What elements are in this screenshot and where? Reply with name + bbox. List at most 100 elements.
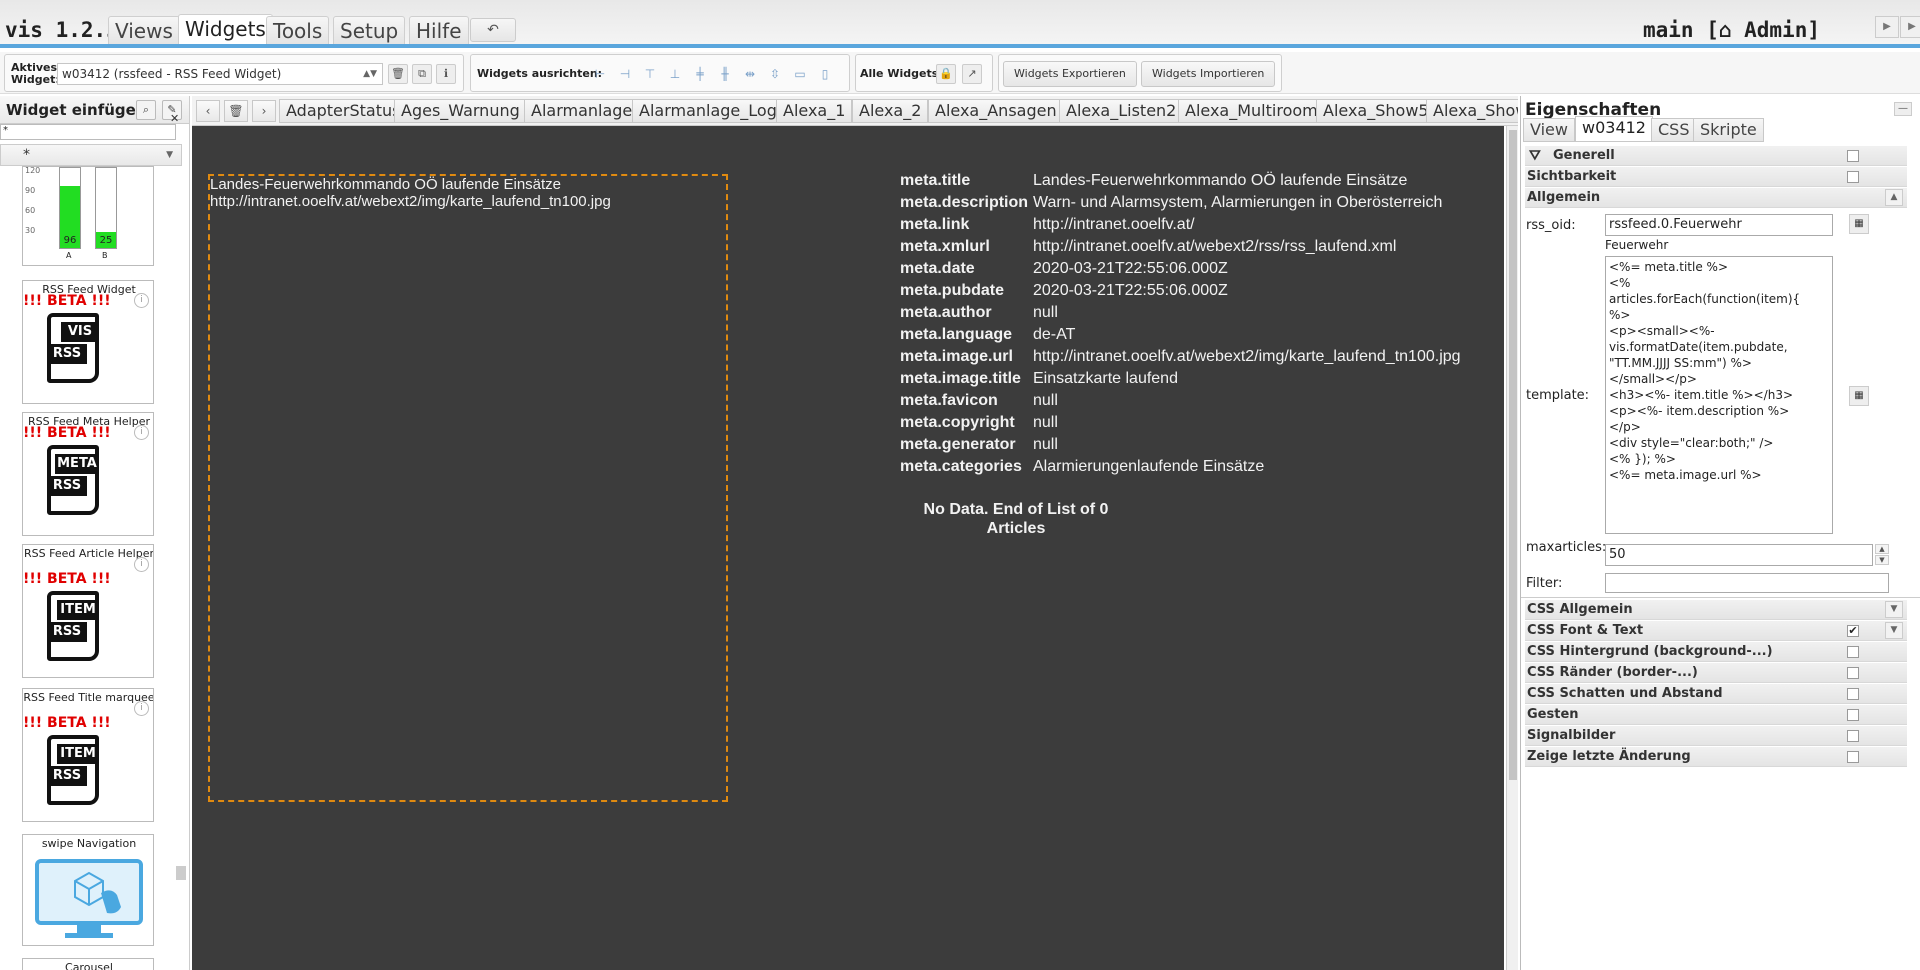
same-width-icon[interactable]: ▭: [791, 65, 809, 83]
chevron-right-icon[interactable]: ›: [252, 100, 276, 122]
info-icon[interactable]: i: [134, 293, 149, 308]
search-icon[interactable]: ⌕: [136, 100, 156, 120]
section-checkbox[interactable]: [1847, 730, 1859, 742]
section-checkbox[interactable]: [1847, 667, 1859, 679]
same-height-icon[interactable]: ▯: [816, 65, 834, 83]
widget-set-select[interactable]: * ▼: [0, 144, 182, 166]
section-generell[interactable]: ⛛ Generell: [1525, 146, 1907, 166]
import-widgets-button[interactable]: Widgets Importieren: [1141, 61, 1276, 87]
menu-tab-views[interactable]: Views: [108, 16, 180, 44]
section-checkbox[interactable]: [1847, 709, 1859, 721]
spin-up-icon[interactable]: ▲: [1875, 544, 1889, 554]
menu-tab-widgets[interactable]: Widgets: [178, 14, 273, 44]
scroll-thumb[interactable]: [1509, 130, 1517, 780]
spin-down-icon[interactable]: ▼: [1875, 555, 1889, 565]
distribute-v-icon[interactable]: ⇳: [766, 65, 784, 83]
align-hcenter-icon[interactable]: ╫: [716, 65, 734, 83]
object-browser-icon[interactable]: ▦: [1849, 214, 1869, 234]
play-icon[interactable]: ▶: [1875, 16, 1899, 38]
info-icon[interactable]: ℹ: [436, 64, 456, 84]
external-link-icon[interactable]: ↗: [962, 64, 982, 84]
trash-icon[interactable]: 🗑: [224, 100, 248, 122]
template-textarea[interactable]: <%= meta.title %> <% articles.forEach(fu…: [1605, 256, 1833, 534]
palette-item-rss-title-marquee[interactable]: RSS Feed Title marquee !!! BETA !!! i IT…: [22, 688, 154, 822]
palette-item-rss-article-helper[interactable]: RSS Feed Article Helper !!! BETA !!! i I…: [22, 544, 154, 678]
menu-tab-setup[interactable]: Setup: [333, 16, 406, 44]
align-top-icon[interactable]: ⊤: [641, 65, 659, 83]
undo-button[interactable]: ↶: [470, 18, 516, 42]
menu-tab-hilfe[interactable]: Hilfe: [409, 16, 469, 44]
section-checkbox[interactable]: ✔: [1847, 625, 1859, 637]
section-checkbox[interactable]: [1847, 751, 1859, 763]
section-css-schatten[interactable]: CSS Schatten und Abstand: [1525, 684, 1907, 704]
section-gesten[interactable]: Gesten: [1525, 705, 1907, 725]
section-checkbox[interactable]: [1847, 150, 1859, 162]
menu-tab-tools[interactable]: Tools: [266, 16, 330, 44]
canvas-scrollbar[interactable]: [1506, 126, 1518, 970]
maxarticles-input[interactable]: 50: [1605, 544, 1873, 566]
view-tab[interactable]: Alexa_Show5: [1316, 99, 1436, 123]
expand-icon[interactable]: ▶: [1900, 16, 1920, 38]
info-icon[interactable]: i: [134, 557, 149, 572]
palette-scroll-handle[interactable]: [176, 866, 186, 880]
distribute-h-icon[interactable]: ⇹: [741, 65, 759, 83]
template-line: <% }); %>: [1609, 452, 1676, 466]
minimize-icon[interactable]: —: [1894, 102, 1912, 116]
view-tab[interactable]: Alarmanlage_Log: [632, 99, 784, 123]
section-css-font-text[interactable]: CSS Font & Text ✔ ▼: [1525, 621, 1907, 641]
tab-widget[interactable]: w03412: [1575, 116, 1653, 142]
align-right-icon[interactable]: ⊣: [616, 65, 634, 83]
info-icon[interactable]: i: [134, 701, 149, 716]
palette-filter-input[interactable]: *: [0, 124, 176, 140]
view-canvas[interactable]: Landes-Feuerwehrkommando OÖ laufende Ein…: [192, 126, 1504, 970]
palette-item-swipe-navigation[interactable]: swipe Navigation: [22, 834, 154, 946]
section-allgemein[interactable]: Allgemein ▲: [1525, 188, 1907, 208]
meta-value: http://intranet.ooelfv.at/: [1033, 216, 1195, 233]
view-tab[interactable]: Alexa_Multiroom: [1178, 99, 1325, 123]
rss-oid-input[interactable]: rssfeed.0.Feuerwehr: [1605, 214, 1833, 236]
chevron-down-icon[interactable]: ▼: [1885, 601, 1903, 618]
palette-item-carousel[interactable]: Carousel: [22, 958, 154, 970]
palette-item-bar-preview[interactable]: 120 90 60 30 96 25 A B: [22, 166, 154, 266]
chevron-up-icon[interactable]: ▲: [1885, 189, 1903, 206]
meta-key: meta.image.url: [900, 348, 1013, 365]
view-tab[interactable]: Alexa_2: [852, 99, 929, 123]
section-sichtbarkeit[interactable]: Sichtbarkeit: [1525, 167, 1907, 187]
section-checkbox[interactable]: [1847, 646, 1859, 658]
section-css-raender[interactable]: CSS Ränder (border-...): [1525, 663, 1907, 683]
view-tab[interactable]: AdapterStatus: [279, 99, 408, 123]
section-checkbox[interactable]: [1847, 171, 1859, 183]
chevron-down-icon[interactable]: ▼: [1885, 622, 1903, 639]
template-editor-icon[interactable]: ▦: [1849, 386, 1869, 406]
export-widgets-button[interactable]: Widgets Exportieren: [1003, 61, 1137, 87]
meta-value: null: [1033, 414, 1058, 431]
align-left-icon[interactable]: ⊢: [591, 65, 609, 83]
align-bottom-icon[interactable]: ⊥: [666, 65, 684, 83]
info-icon[interactable]: i: [134, 425, 149, 440]
active-widget-select[interactable]: w03412 (rssfeed - RSS Feed Widget) ▲▼: [57, 63, 383, 85]
section-checkbox[interactable]: [1847, 688, 1859, 700]
chevron-left-icon[interactable]: ‹: [196, 100, 220, 122]
view-tab[interactable]: Alexa_Ansagen: [928, 99, 1064, 123]
tab-css[interactable]: CSS: [1651, 118, 1697, 142]
view-tab[interactable]: Alexa_Listen2: [1059, 99, 1184, 123]
view-tab[interactable]: Alexa_1: [776, 99, 853, 123]
rss-feed-widget[interactable]: Landes-Feuerwehrkommando OÖ laufende Ein…: [208, 174, 728, 802]
view-tab[interactable]: Alarmanlage: [524, 99, 640, 123]
copy-icon[interactable]: ⧉: [412, 64, 432, 84]
section-signalbilder[interactable]: Signalbilder: [1525, 726, 1907, 746]
lock-icon[interactable]: 🔒: [936, 64, 956, 84]
view-tab[interactable]: Ages_Warnung: [394, 99, 527, 123]
align-vcenter-icon[interactable]: ╪: [691, 65, 709, 83]
section-css-allgemein[interactable]: CSS Allgemein ▼: [1525, 600, 1907, 620]
section-letzte-aenderung[interactable]: Zeige letzte Änderung: [1525, 747, 1907, 767]
filter-input[interactable]: [1605, 573, 1889, 593]
view-tab[interactable]: Alexa_Show: [1426, 99, 1518, 123]
section-css-hintergrund[interactable]: CSS Hintergrund (background-...): [1525, 642, 1907, 662]
palette-item-rss-meta-helper[interactable]: RSS Feed Meta Helper !!! BETA !!! i META…: [22, 412, 154, 536]
delete-icon[interactable]: 🗑: [388, 64, 408, 84]
tab-view[interactable]: View: [1523, 118, 1575, 142]
tab-skripte[interactable]: Skripte: [1693, 118, 1764, 142]
palette-title: Widget einfügen: [6, 101, 147, 119]
palette-item-rss-feed-widget[interactable]: RSS Feed Widget !!! BETA !!! i VIS RSS: [22, 280, 154, 404]
